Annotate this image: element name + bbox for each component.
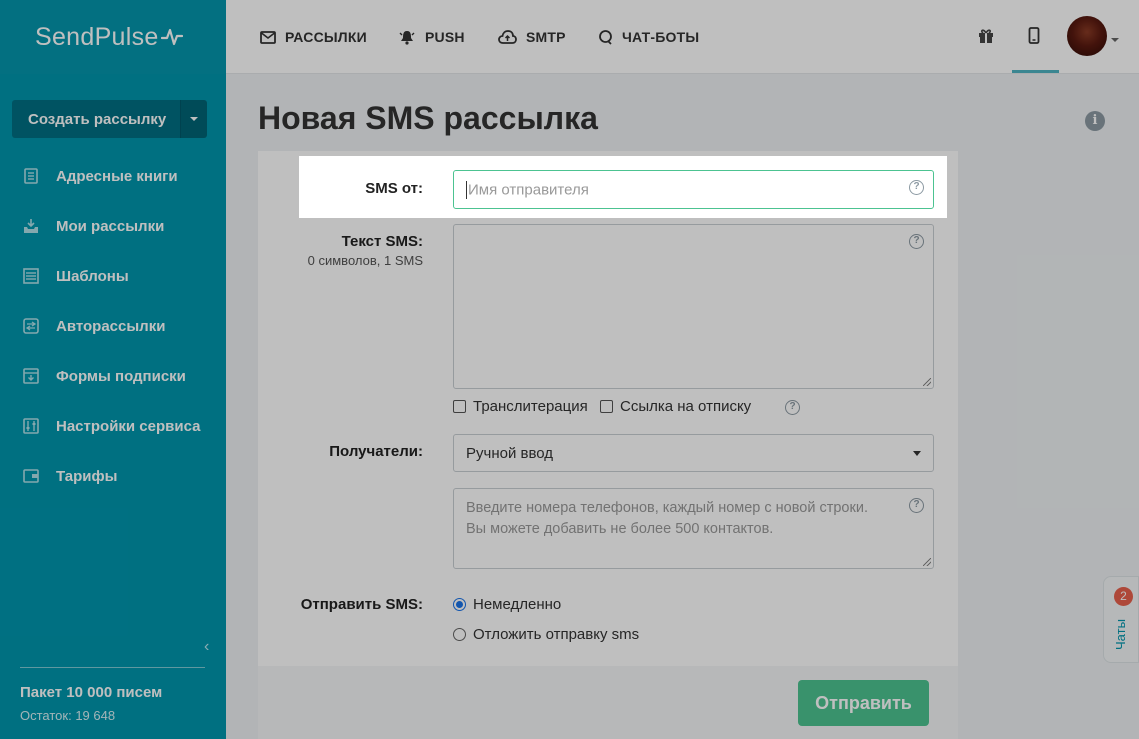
collapse-sidebar-icon[interactable]: ‹ [204,638,209,656]
sidebar-item-label: Тарифы [56,467,118,485]
cloud-icon [498,30,517,44]
unsubscribe-link-checkbox[interactable]: Ссылка на отписку [600,398,751,415]
sender-label: SMS от: [365,180,423,197]
sidebar-item-automation[interactable]: Авторассылки [0,301,226,351]
topnav-label: SMTP [526,29,566,45]
form-icon [22,367,40,385]
sidebar-item-subscription-forms[interactable]: Формы подписки [0,351,226,401]
submit-button[interactable]: Отправить [798,680,929,726]
phones-textarea[interactable]: Введите номера телефонов, каждый номер с… [453,488,934,569]
sidebar-item-address-books[interactable]: Адресные книги [0,151,226,201]
topnav-label: ЧАТ-БОТЫ [622,29,700,45]
logo[interactable]: SendPulse [0,0,226,74]
help-icon[interactable]: ? [785,400,800,415]
sidebar-item-label: Шаблоны [56,267,129,285]
chat-icon [598,29,613,45]
phones-placeholder-line2: Вы можете добавить не более 500 контакто… [466,521,774,537]
radio-dot [453,598,466,611]
create-campaign-dropdown[interactable] [180,100,207,138]
radio-dot [453,628,466,641]
sliders-icon [22,417,40,435]
recipients-label: Получатели: [329,443,423,460]
help-icon[interactable]: ? [909,498,924,513]
sidebar-item-pricing[interactable]: Тарифы [0,451,226,501]
help-icon[interactable]: ? [909,180,924,195]
sidebar-item-my-campaigns[interactable]: Мои рассылки [0,201,226,251]
send-now-radio[interactable]: Немедленно [453,596,561,613]
sender-placeholder: Имя отправителя [468,181,589,199]
bell-icon [398,29,416,45]
create-campaign-group: Создать рассылку [12,100,207,138]
send-now-label: Немедленно [473,596,562,613]
sidebar-item-label: Авторассылки [56,317,166,335]
sidebar-nav: Адресные книги Мои рассылки Шаблоны Авто… [0,151,226,501]
send-later-label: Отложить отправку sms [473,626,640,643]
checkbox-box [453,400,466,413]
help-icon[interactable]: ? [909,234,924,249]
chevron-down-icon [913,451,921,456]
sidebar: SendPulse Создать рассылку Адресные книг… [0,0,226,739]
topnav-label: РАССЫЛКИ [285,29,367,45]
sidebar-item-label: Настройки сервиса [56,417,201,435]
info-icon[interactable]: i [1085,111,1105,131]
topnav-item-push[interactable]: PUSH [398,0,465,74]
chevron-down-icon[interactable] [1111,38,1119,42]
chats-label: Чаты [1113,619,1128,650]
top-bar: РАССЫЛКИ PUSH SMTP ЧАТ-БОТЫ [226,0,1139,74]
templates-icon [22,267,40,285]
avatar[interactable] [1067,16,1107,56]
chats-badge: 2 [1114,587,1133,606]
text-cursor [466,181,467,200]
pulse-logo-icon [160,28,183,46]
create-campaign-button[interactable]: Создать рассылку [12,100,180,138]
sidebar-item-service-settings[interactable]: Настройки сервиса [0,401,226,451]
sms-counter: 0 символов, 1 SMS [307,253,423,268]
phones-placeholder-line1: Введите номера телефонов, каждый номер с… [466,500,868,516]
mobile-icon[interactable] [1024,26,1044,46]
recipients-select[interactable]: Ручной ввод [453,434,934,472]
resize-handle[interactable] [923,378,931,386]
active-tab-indicator [1012,70,1059,73]
send-sms-label: Отправить SMS: [300,596,423,613]
topnav-item-chatbots[interactable]: ЧАТ-БОТЫ [598,0,699,74]
address-book-icon [22,167,40,185]
topnav-label: PUSH [425,29,465,45]
page-title: Новая SMS рассылка [258,100,598,136]
wallet-icon [22,467,40,485]
recipients-selected: Ручной ввод [466,445,554,462]
topnav-item-smtp[interactable]: SMTP [498,0,566,74]
resize-handle[interactable] [923,558,931,566]
sidebar-item-label: Формы подписки [56,367,186,385]
transliteration-checkbox[interactable]: Транслитерация [453,398,588,415]
unsubscribe-link-label: Ссылка на отписку [620,398,752,415]
transliteration-label: Транслитерация [473,398,588,415]
gift-icon[interactable] [976,26,996,46]
topnav-item-campaigns[interactable]: РАССЫЛКИ [260,0,367,74]
brand-name: SendPulse [35,22,159,51]
sidebar-divider [20,667,205,668]
sidebar-item-label: Мои рассылки [56,217,165,235]
package-remaining: Остаток: 19 648 [20,708,116,723]
sidebar-item-label: Адресные книги [56,167,178,185]
inbox-icon [22,217,40,235]
sms-text-textarea[interactable]: ? [453,224,934,389]
mail-icon [260,30,276,44]
sms-text-label: Текст SMS: [341,233,423,250]
checkbox-box [600,400,613,413]
package-title: Пакет 10 000 писем [20,684,163,701]
send-later-radio[interactable]: Отложить отправку sms [453,626,639,643]
automation-icon [22,317,40,335]
sender-name-input[interactable]: Имя отправителя ? [453,170,934,209]
sidebar-item-templates[interactable]: Шаблоны [0,251,226,301]
